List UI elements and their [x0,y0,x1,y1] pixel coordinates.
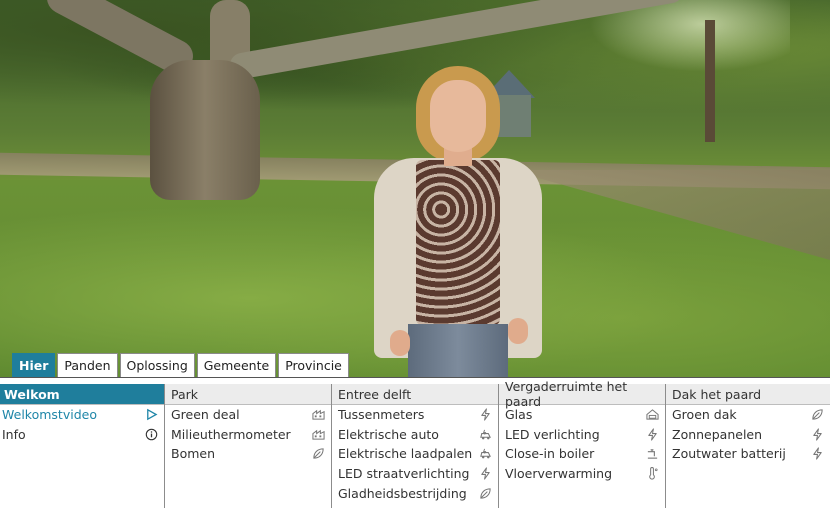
menu-column-dak-het-paard: Dak het paard Groen dak Zonnepanelen Zoutwa… [665,384,830,508]
lightning-icon [810,427,824,441]
menu-item-led-verlichting[interactable]: LED verlichting [499,425,665,445]
thermometer-icon [645,467,659,481]
house-icon [645,408,659,422]
menu-column-entree-delft: Entree delft Tussenmeters Elektrische auto… [331,384,498,508]
leaf-icon [478,486,492,500]
column-header[interactable]: Welkom [0,384,164,405]
menu-item-label: Zonnepanelen [672,426,763,442]
menu-item-info[interactable]: Info [0,425,164,445]
leaf-icon [810,408,824,422]
column-header[interactable]: Vergaderruimte het paard [499,379,665,409]
column-header[interactable]: Park [165,384,331,405]
location-tabs: Hier Panden Oplossing Gemeente Provincie [12,353,349,377]
menu-item-label: Vloerverwarming [505,466,613,482]
presenter-hand-left [390,330,410,356]
tap-icon [645,447,659,461]
menu-item-label: Green deal [171,407,240,423]
menu-column-welkom: Welkom Welkomstvideo Info [0,384,164,508]
lightning-icon [478,408,492,422]
menu-item-elektrische-auto[interactable]: Elektrische auto [332,425,498,445]
menu-column-park: Park Green deal Milieuthermometer Bomen [164,384,331,508]
menu-item-gladheidsbestrijding[interactable]: Gladheidsbestrijding [332,483,498,503]
tab-panden[interactable]: Panden [57,353,118,377]
menu-item-label: LED straatverlichting [338,466,470,482]
menu-item-welkomstvideo[interactable]: Welkomstvideo [0,405,164,425]
car-icon [478,427,492,441]
menu-item-led-straatverlichting[interactable]: LED straatverlichting [332,464,498,484]
menu-item-label: Tussenmeters [338,407,425,423]
menu-item-groen-dak[interactable]: Groen dak [666,405,830,425]
menu-item-label: LED verlichting [505,426,600,442]
tree-trunk [150,60,260,200]
column-item-list: Groen dak Zonnepanelen Zoutwater batterij [666,405,830,464]
lightning-icon [810,447,824,461]
menu-column-vergaderruimte-het-paard: Vergaderruimte het paard Glas LED verlicht… [498,379,665,508]
menu-item-label: Milieuthermometer [171,426,291,442]
column-header[interactable]: Dak het paard [666,384,830,405]
menu-item-green-deal[interactable]: Green deal [165,405,331,425]
menu-item-label: Info [2,426,26,442]
menu-item-close-in-boiler[interactable]: Close-in boiler [499,444,665,464]
presenter-face [430,80,486,152]
play-icon [144,408,158,422]
menu-item-elektrische-laadpalen[interactable]: Elektrische laadpalen [332,444,498,464]
info-icon [144,427,158,441]
lightning-icon [478,467,492,481]
menu-item-label: Groen dak [672,407,737,423]
presenter [368,62,548,377]
park-video-frame[interactable] [0,0,830,377]
menu-item-bomen[interactable]: Bomen [165,444,331,464]
menu-panel: Welkom Welkomstvideo Info Park Green deal Mil… [0,377,830,508]
car-icon [478,447,492,461]
column-header[interactable]: Entree delft [332,384,498,405]
building-icon [311,427,325,441]
menu-item-label: Close-in boiler [505,446,595,462]
menu-item-label: Gladheidsbestrijding [338,485,467,501]
column-item-list: Green deal Milieuthermometer Bomen [165,405,331,464]
menu-item-label: Elektrische auto [338,426,439,442]
building-icon [311,408,325,422]
menu-item-label: Zoutwater batterij [672,446,786,462]
tab-hier[interactable]: Hier [12,353,56,377]
column-item-list: Welkomstvideo Info [0,405,164,444]
lightning-icon [645,427,659,441]
tab-gemeente[interactable]: Gemeente [196,353,277,377]
presenter-jeans [408,324,508,377]
menu-item-label: Elektrische laadpalen [338,446,473,462]
presenter-blouse [416,160,500,325]
menu-item-vloerverwarming[interactable]: Vloerverwarming [499,464,665,484]
menu-item-tussenmeters[interactable]: Tussenmeters [332,405,498,425]
column-item-list: Tussenmeters Elektrische auto Elektrische … [332,405,498,503]
leaf-icon [311,447,325,461]
tab-provincie[interactable]: Provincie [278,353,349,377]
column-item-list: Glas LED verlichting Close-in boiler Vloerv… [499,405,665,483]
menu-item-label: Glas [505,407,533,423]
menu-item-label: Bomen [171,446,216,462]
menu-item-zoutwater-batterij[interactable]: Zoutwater batterij [666,444,830,464]
menu-item-label: Welkomstvideo [2,407,97,423]
wooden-pole [705,20,715,142]
menu-item-milieuthermometer[interactable]: Milieuthermometer [165,425,331,445]
presenter-hand-right [508,318,528,344]
menu-item-zonnepanelen[interactable]: Zonnepanelen [666,425,830,445]
tab-oplossing[interactable]: Oplossing [119,353,195,377]
